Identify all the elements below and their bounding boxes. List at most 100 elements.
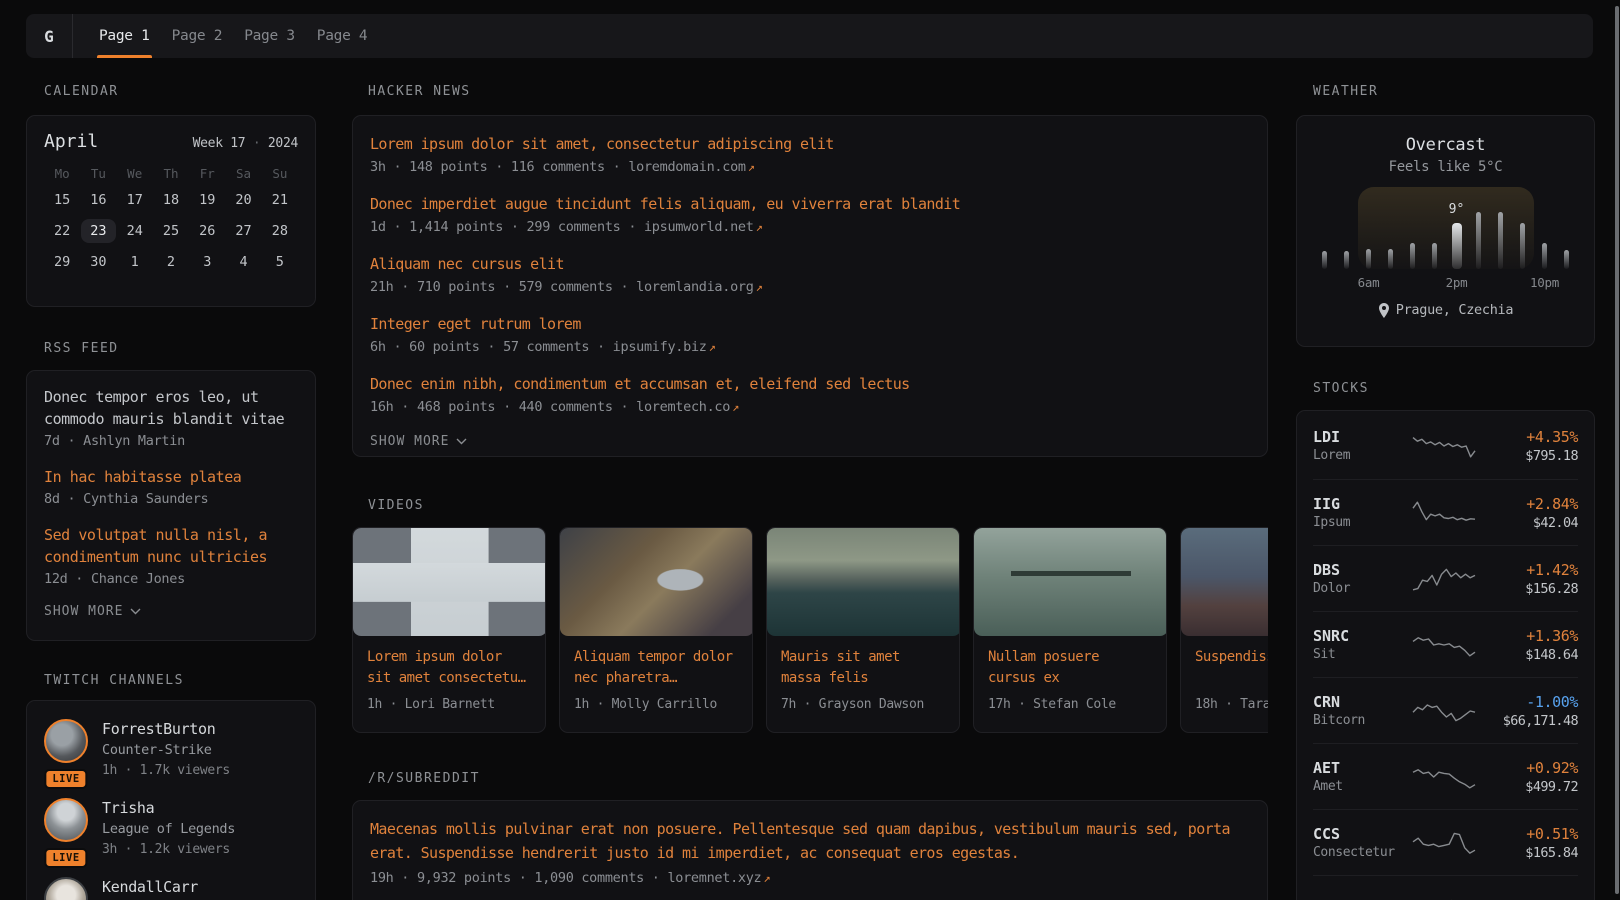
video-card[interactable]: Mauris sit amet massa felis7h · Grayson … (766, 527, 960, 733)
news-item-title[interactable]: Donec enim nibh, condimentum et accumsan… (370, 374, 1250, 394)
header-divider (72, 14, 73, 58)
news-item-domain-link[interactable]: loremtech.co (636, 399, 730, 415)
weather-bar (1344, 251, 1349, 269)
stock-sparkline (1411, 828, 1477, 858)
live-badge: LIVE (44, 848, 87, 868)
stock-row[interactable]: AETAmet+0.92%$499.72 (1313, 743, 1578, 809)
subreddit-widget: Maecenas mollis pulvinar erat non posuer… (352, 800, 1268, 900)
video-meta: 17h · Stefan Cole (988, 697, 1152, 712)
page-scrollbar[interactable] (1615, 6, 1619, 894)
stock-row[interactable]: SNRCSit +1.36%$148.64 (1313, 611, 1578, 677)
video-card-body: Lorem ipsum dolor sit amet consectetu…1h… (353, 636, 545, 712)
video-card-body: Nullam posuere cursus ex 17h · Stefan Col… (974, 636, 1166, 712)
video-title[interactable]: Suspendisse diam (1195, 647, 1268, 689)
stock-symbol: SNRC (1313, 626, 1409, 646)
news-item-domain-link[interactable]: ipsumify.biz (613, 339, 707, 355)
calendar-day: 2 (153, 246, 189, 277)
stock-symbol: CRN (1313, 692, 1409, 712)
stock-row[interactable]: AHS+0.46% (1313, 875, 1578, 900)
news-item-title[interactable]: Aliquam nec cursus elit (370, 254, 1250, 274)
weather-bar (1432, 243, 1437, 269)
calendar-weekday: Su (262, 166, 298, 184)
tab-page-2[interactable]: Page 2 (172, 14, 223, 58)
rss-item-title[interactable]: Sed volutpat nulla nisl, a condimentum n… (44, 524, 298, 568)
external-link-icon: ↗ (756, 280, 763, 294)
rss-item-title[interactable]: In hac habitasse platea (44, 466, 298, 488)
tab-page-1[interactable]: Page 1 (99, 14, 150, 58)
weather-bar (1542, 243, 1547, 269)
stock-row[interactable]: LDILorem+4.35%$795.18 (1313, 413, 1578, 479)
calendar-week-year: Week 17 · 2024 (193, 136, 298, 151)
calendar-day: 24 (117, 215, 153, 246)
news-item-title[interactable]: Maecenas mollis pulvinar erat non posuer… (370, 817, 1250, 865)
news-item: Donec imperdiet augue tincidunt felis al… (370, 194, 1250, 237)
calendar-header: April Week 17 · 2024 (44, 131, 298, 152)
stock-row[interactable]: CCSConsectetur+0.51%$165.84 (1313, 809, 1578, 875)
rss-show-more-button[interactable]: SHOW MORE (44, 604, 298, 619)
news-item-stats: 3h · 148 points · 116 comments · (370, 159, 628, 175)
video-thumbnail (767, 528, 960, 636)
hackernews-section-label: HACKER NEWS (368, 84, 471, 99)
news-item-title[interactable]: Lorem ipsum dolor sit amet, consectetur … (370, 134, 1250, 154)
stock-values: +1.36%$148.64 (1478, 626, 1578, 664)
stock-row[interactable]: DBSDolor +1.42%$156.28 (1313, 545, 1578, 611)
stock-change: +0.92% (1478, 758, 1578, 778)
video-title[interactable]: Nullam posuere cursus ex (988, 647, 1152, 689)
hackernews-show-more-button[interactable]: SHOW MORE (370, 434, 1250, 449)
twitch-channel-viewers: 1h · 1.7k viewers (102, 761, 230, 781)
twitch-channel-game: Counter-Strike (102, 740, 230, 761)
news-item-meta: 19h · 9,932 points · 1,090 comments · lo… (370, 868, 1250, 888)
stock-values: +4.35%$795.18 (1478, 427, 1578, 465)
twitch-channel-row[interactable]: KendallCarr (44, 877, 298, 900)
news-item-title[interactable]: Donec imperdiet augue tincidunt felis al… (370, 194, 1250, 214)
video-thumbnail (1181, 528, 1268, 636)
stock-name: Sit (1313, 646, 1409, 664)
video-title[interactable]: Aliquam tempor dolor nec pharetra… (574, 647, 738, 689)
stock-change: +1.42% (1478, 560, 1578, 580)
video-card[interactable]: Suspendisse diam18h · Tara (1180, 527, 1268, 733)
news-item-domain-link[interactable]: loremdomain.com (628, 159, 745, 175)
twitch-channel-name[interactable]: Trisha (102, 798, 235, 819)
rss-widget: Donec tempor eros leo, ut commodo mauris… (26, 370, 316, 641)
video-title[interactable]: Lorem ipsum dolor sit amet consectetu… (367, 647, 531, 689)
video-card[interactable]: Aliquam tempor dolor nec pharetra…1h · M… (559, 527, 753, 733)
stock-price: $499.72 (1478, 778, 1578, 796)
stock-id: IIGIpsum (1313, 494, 1409, 532)
news-item-title[interactable]: Integer eget rutrum lorem (370, 314, 1250, 334)
twitch-channel-row[interactable]: LIVEForrestBurtonCounter-Strike1h · 1.7k… (44, 719, 298, 781)
calendar-weekday: Sa (225, 166, 261, 184)
video-card[interactable]: Nullam posuere cursus ex 17h · Stefan Col… (973, 527, 1167, 733)
twitch-channel-name[interactable]: ForrestBurton (102, 719, 230, 740)
twitch-channel-row[interactable]: LIVETrishaLeague of Legends3h · 1.2k vie… (44, 798, 298, 860)
app-logo[interactable]: G (26, 14, 72, 58)
calendar-weekday-row: MoTuWeThFrSaSu (44, 166, 298, 184)
avatar (44, 877, 88, 900)
stock-values: +0.92%$499.72 (1478, 758, 1578, 796)
stock-values: +0.51%$165.84 (1478, 824, 1578, 862)
stock-name: Ipsum (1313, 514, 1409, 532)
news-item-meta: 21h · 710 points · 579 comments · loreml… (370, 277, 1250, 297)
video-card[interactable]: Lorem ipsum dolor sit amet consectetu…1h… (352, 527, 546, 733)
avatar (44, 719, 88, 763)
video-title[interactable]: Mauris sit amet massa felis (781, 647, 945, 689)
stock-price: $66,171.48 (1478, 712, 1578, 730)
tab-page-4[interactable]: Page 4 (317, 14, 368, 58)
daylight-region (1358, 187, 1534, 269)
stock-change: +0.51% (1478, 824, 1578, 844)
rss-item: Donec tempor eros leo, ut commodo mauris… (44, 386, 298, 451)
news-item-domain-link[interactable]: ipsumworld.net (644, 219, 754, 235)
stock-id: DBSDolor (1313, 560, 1409, 598)
rss-item-title[interactable]: Donec tempor eros leo, ut commodo mauris… (44, 386, 298, 430)
stock-row[interactable]: CRNBitcorn-1.00%$66,171.48 (1313, 677, 1578, 743)
stock-sparkline-wrap (1409, 828, 1478, 858)
stock-price: $165.84 (1478, 844, 1578, 862)
tab-page-3[interactable]: Page 3 (244, 14, 295, 58)
weather-feels-like: Feels like 5°C (1313, 159, 1578, 175)
news-item-domain-link[interactable]: loremlandia.org (636, 279, 753, 295)
stock-values: +1.42%$156.28 (1478, 560, 1578, 598)
chevron-down-icon (456, 438, 467, 445)
news-item-domain-link[interactable]: loremnet.xyz (667, 870, 761, 886)
twitch-channel-name[interactable]: KendallCarr (102, 877, 198, 898)
stock-row[interactable]: IIGIpsum+2.84%$42.04 (1313, 479, 1578, 545)
calendar-weekday: Tu (80, 166, 116, 184)
